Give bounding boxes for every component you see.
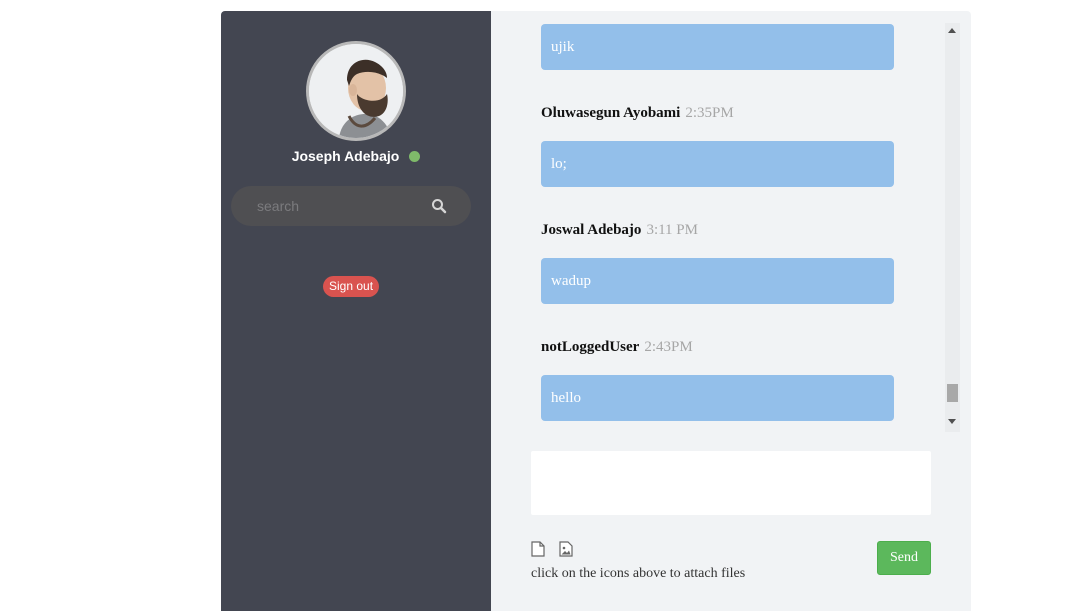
send-button[interactable]: Send — [877, 541, 931, 575]
message-meta: notLoggedUser 2:43PM — [541, 337, 693, 357]
file-icon[interactable] — [531, 541, 545, 557]
messages-scrollbar[interactable] — [945, 23, 960, 432]
sender-name: notLoggedUser — [541, 339, 640, 355]
message-bubble: hello — [541, 375, 894, 421]
message-meta: Oluwasegun Ayobami 2:35PM — [541, 103, 734, 123]
chat-app: Joseph Adebajo Sign out ujik Oluwasegun … — [221, 11, 971, 611]
chat-panel: ujik Oluwasegun Ayobami 2:35PM lo; Joswal… — [491, 11, 971, 611]
message-time: 2:43PM — [644, 339, 693, 355]
message-time: 3:11 PM — [646, 222, 698, 238]
search-input[interactable] — [257, 196, 417, 216]
profile-photo — [309, 44, 403, 138]
message-bubble: wadup — [541, 258, 894, 304]
message-input[interactable] — [531, 451, 931, 515]
search-icon[interactable] — [431, 198, 447, 214]
message-time: 2:35PM — [685, 105, 734, 121]
scroll-up-arrow-icon[interactable] — [948, 28, 956, 33]
avatar — [306, 41, 406, 141]
scroll-down-arrow-icon[interactable] — [948, 419, 956, 424]
sidebar: Joseph Adebajo Sign out — [221, 11, 491, 611]
attach-hint: click on the icons above to attach files — [531, 566, 746, 581]
scrollbar-thumb[interactable] — [947, 384, 958, 402]
image-icon[interactable] — [558, 541, 574, 557]
sender-name: Oluwasegun Ayobami — [541, 105, 681, 121]
user-info: Joseph Adebajo — [221, 148, 491, 164]
search-box — [231, 186, 471, 226]
sender-name: Joswal Adebajo — [541, 222, 642, 238]
message-bubble: ujik — [541, 24, 894, 70]
message-list[interactable]: ujik Oluwasegun Ayobami 2:35PM lo; Joswal… — [541, 11, 904, 431]
sign-out-button[interactable]: Sign out — [323, 276, 380, 297]
user-name: Joseph Adebajo — [291, 148, 400, 164]
message-bubble: lo; — [541, 141, 894, 187]
online-status-icon — [409, 151, 421, 162]
message-meta: Joswal Adebajo 3:11 PM — [541, 220, 698, 240]
